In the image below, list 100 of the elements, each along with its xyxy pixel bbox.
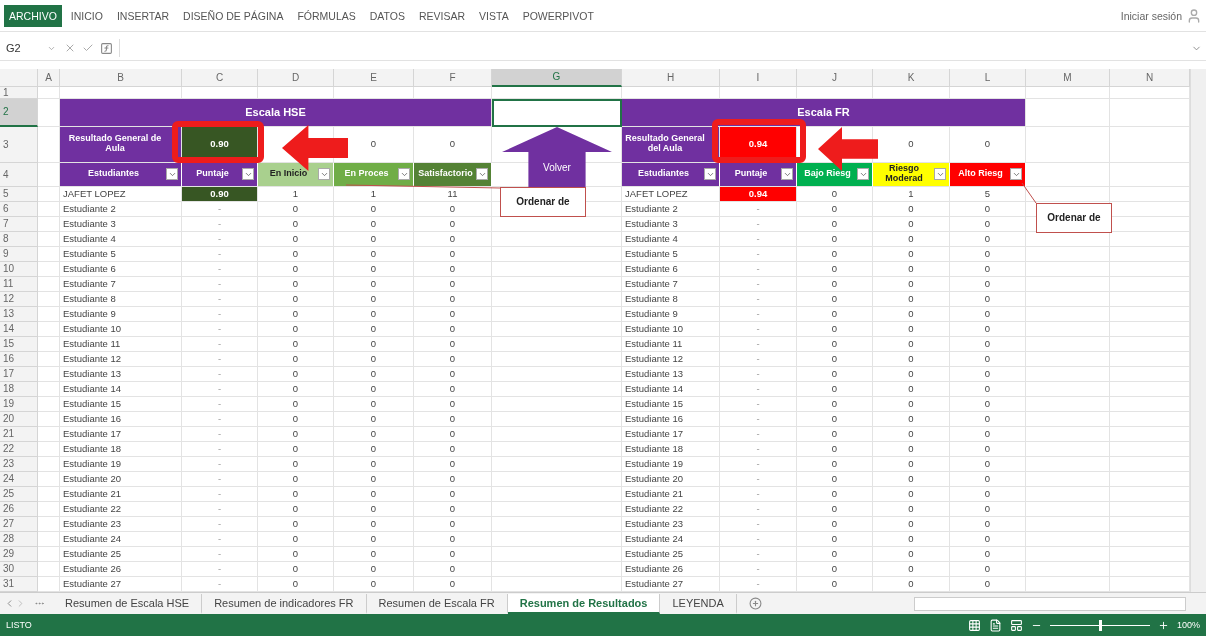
table-cell: 0 [797, 186, 873, 202]
column-heading[interactable]: A [38, 68, 60, 87]
table-cell: 0 [414, 381, 492, 397]
table-cell: 0 [414, 336, 492, 352]
column-heading[interactable]: D [258, 68, 334, 87]
table-cell: - [720, 501, 797, 517]
selected-cell[interactable] [492, 98, 622, 127]
table-cell: 0 [334, 411, 414, 427]
table-cell: 0 [950, 321, 1026, 337]
filter-button[interactable] [1010, 168, 1022, 181]
add-sheet-icon[interactable] [748, 597, 762, 611]
table-cell: 0 [950, 291, 1026, 307]
column-heading[interactable]: I [720, 68, 797, 87]
table-cell: - [720, 546, 797, 562]
table-cell: 0 [258, 231, 334, 247]
table-cell: Estudiante 2 [60, 201, 182, 217]
sheet-tab[interactable]: Resumen de Escala HSE [53, 593, 203, 614]
page-layout-icon[interactable] [988, 618, 1002, 632]
normal-view-icon[interactable] [967, 618, 981, 632]
column-heading[interactable]: N [1110, 68, 1190, 87]
table-cell: Estudiante 16 [622, 411, 720, 427]
filter-button[interactable] [704, 168, 716, 181]
column-heading[interactable]: F [414, 68, 492, 87]
table-cell: 5 [950, 186, 1026, 202]
ribbon-tab[interactable]: ARCHIVO [4, 4, 62, 27]
filter-button[interactable] [476, 168, 488, 181]
table-cell: Estudiante 12 [622, 351, 720, 367]
column-heading[interactable]: E [334, 68, 414, 87]
function-icon[interactable] [100, 41, 113, 55]
column-heading[interactable]: H [622, 68, 720, 87]
table-cell: 0 [950, 216, 1026, 232]
header-label: Bajo Riesg [803, 169, 852, 180]
table-cell: Estudiante 21 [622, 486, 720, 502]
ribbon-tab[interactable]: INSERTAR [111, 4, 175, 27]
column-heading[interactable]: J [797, 68, 873, 87]
table-cell: 0 [797, 381, 873, 397]
column-heading[interactable]: M [1026, 68, 1110, 87]
table-cell: 0 [950, 501, 1026, 517]
table-cell: Estudiante 20 [622, 471, 720, 487]
table-cell: 0 [797, 306, 873, 322]
ribbon-tab[interactable]: REVISAR [413, 4, 471, 27]
filter-button[interactable] [166, 168, 178, 181]
row-heading[interactable]: 4 [0, 162, 38, 187]
sheet-tab[interactable]: LEYENDA [660, 593, 737, 614]
ribbon-tab[interactable]: VISTA [474, 4, 514, 27]
sheet-tab[interactable]: Resumen de Resultados [507, 593, 661, 614]
table-cell: 0 [797, 561, 873, 577]
table-cell: - [720, 576, 797, 592]
sign-in-link[interactable]: Iniciar sesión [1120, 9, 1182, 22]
table-cell: 0 [258, 201, 334, 217]
column-heading[interactable]: G [492, 68, 622, 87]
ribbon-tab[interactable]: FÓRMULAS [292, 4, 361, 27]
table-cell: 0 [797, 546, 873, 562]
table-cell: - [182, 546, 258, 562]
row-heading[interactable]: 2 [0, 98, 38, 127]
table-cell: 0 [950, 201, 1026, 217]
table-cell: 0 [873, 456, 950, 472]
table-cell: 0 [950, 516, 1026, 532]
filter-button[interactable] [781, 168, 793, 181]
page-break-icon[interactable] [1009, 618, 1023, 632]
table-cell: Estudiante 15 [60, 396, 182, 412]
table-cell: - [182, 261, 258, 277]
table-cell: 0 [873, 261, 950, 277]
zoom-in-icon[interactable] [1157, 619, 1169, 631]
table-cell: Estudiante 7 [60, 276, 182, 292]
table-cell: - [182, 471, 258, 487]
table-cell: 0 [950, 546, 1026, 562]
table-cell: 0 [797, 276, 873, 292]
table-cell: Estudiante 5 [622, 246, 720, 262]
table-cell: 0 [414, 261, 492, 277]
ribbon-tab[interactable]: DISEÑO DE PÁGINA [178, 4, 289, 27]
column-heading[interactable]: B [60, 68, 182, 87]
table-cell: 0 [258, 381, 334, 397]
table-cell: - [182, 561, 258, 577]
slider-thumb[interactable] [1098, 619, 1102, 631]
table-cell: 0 [334, 576, 414, 592]
table-cell: - [720, 396, 797, 412]
table-cell: Estudiante 12 [60, 351, 182, 367]
column-heading[interactable]: C [182, 68, 258, 87]
table-cell: 0 [414, 561, 492, 577]
sheet-tab[interactable]: Resumen de indicadores FR [202, 593, 367, 614]
column-heading[interactable]: L [950, 68, 1026, 87]
sheet-tab[interactable]: Resumen de Escala FR [366, 593, 508, 614]
table-cell: - [720, 561, 797, 577]
table-cell: - [182, 231, 258, 247]
arrow-shape [282, 124, 348, 171]
row-heading[interactable]: 3 [0, 126, 38, 163]
table-cell: 0 [414, 516, 492, 532]
ribbon-tab[interactable]: DATOS [364, 4, 410, 27]
table-cell: 0 [258, 306, 334, 322]
filter-button[interactable] [242, 168, 254, 181]
column-heading[interactable]: K [873, 68, 950, 87]
ribbon-tab[interactable]: POWERPIVOT [517, 4, 599, 27]
horizontal-scrollbar[interactable] [914, 596, 1186, 611]
table-cell: - [720, 246, 797, 262]
vertical-scrollbar[interactable] [1190, 68, 1206, 592]
table-title: Escala HSE [60, 98, 492, 127]
table-cell: 0 [950, 576, 1026, 592]
ribbon-tab[interactable]: INICIO [65, 4, 108, 27]
name-box[interactable]: G2 [4, 42, 58, 55]
